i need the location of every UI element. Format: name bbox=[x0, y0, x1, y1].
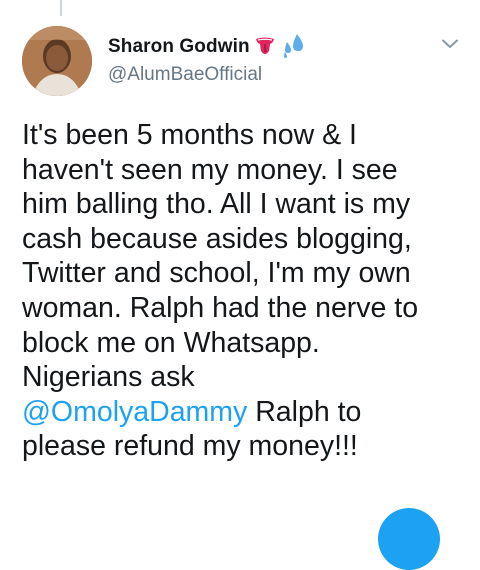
thread-connector-line bbox=[60, 0, 62, 16]
name-row: Sharon Godwin bbox=[108, 32, 306, 63]
tweet-text-part-1: It's been 5 months now & I haven't seen … bbox=[22, 119, 419, 394]
chevron-down-icon[interactable] bbox=[440, 34, 460, 54]
avatar-photo bbox=[22, 26, 92, 96]
tweet-header: Sharon Godwin @AlumBaeOfficial bbox=[22, 26, 460, 98]
sweat-droplets-emoji bbox=[280, 32, 306, 63]
user-handle[interactable]: @AlumBaeOfficial bbox=[108, 64, 306, 86]
compose-fab[interactable] bbox=[378, 508, 440, 570]
tweet-text: It's been 5 months now & I haven't seen … bbox=[22, 118, 468, 464]
avatar[interactable] bbox=[22, 26, 92, 96]
tongue-emoji bbox=[253, 33, 277, 62]
display-name[interactable]: Sharon Godwin bbox=[108, 36, 250, 58]
user-info: Sharon Godwin @AlumBaeOfficial bbox=[108, 32, 306, 86]
mention-link[interactable]: @OmolyaDammy bbox=[22, 396, 247, 428]
